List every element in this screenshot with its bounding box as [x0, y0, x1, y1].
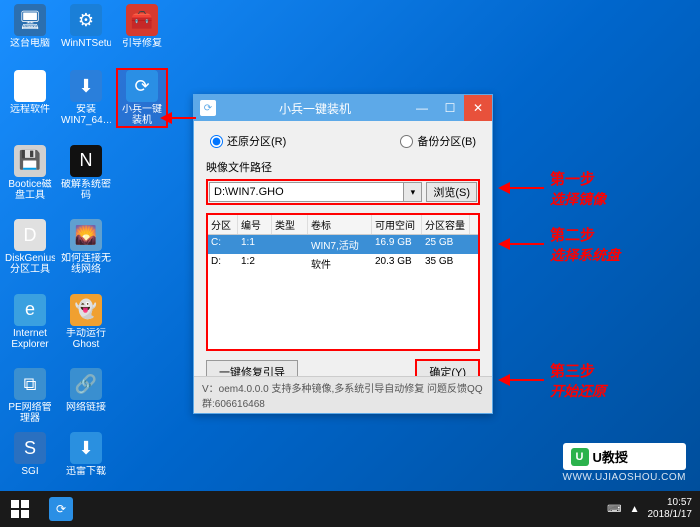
app-icon: N — [70, 145, 102, 177]
arrow-to-icon — [158, 108, 198, 128]
icon-label: WinNTSetup — [61, 38, 111, 49]
taskbar-item-installer[interactable]: ⟳ — [40, 491, 82, 527]
table-row[interactable]: D:1:2软件20.3 GB35 GB — [208, 254, 478, 273]
app-icon: S — [14, 432, 46, 464]
backup-radio[interactable]: 备份分区(B) — [400, 133, 476, 149]
app-icon: 🧰 — [126, 4, 158, 36]
icon-label: 这台电脑 — [10, 38, 50, 49]
icon-label: 远程软件 — [10, 104, 50, 115]
system-tray: ⌨ ▲ 10:57 2018/1/17 — [607, 497, 700, 521]
app-icon: ⟳ — [126, 70, 158, 102]
icon-label: PE网络管理器 — [5, 402, 55, 424]
app-icon: 🔗 — [70, 368, 102, 400]
desktop-icon[interactable]: ⚙ WinNTSetup — [60, 4, 112, 64]
taskbar: ⟳ ⌨ ▲ 10:57 2018/1/17 — [0, 491, 700, 527]
app-icon: 🖥 — [14, 4, 46, 36]
close-button[interactable]: ✕ — [464, 95, 492, 121]
app-icon: 💾 — [14, 145, 46, 177]
arrow-step1 — [496, 178, 546, 198]
step1-annotation: 第一步 选择镜像 — [550, 168, 606, 209]
arrow-step3 — [496, 370, 546, 390]
desktop-icon[interactable]: 🧰 引导修复 — [116, 4, 168, 64]
logo-icon: U — [571, 448, 589, 466]
app-icon: ☁ — [14, 70, 46, 102]
path-dropdown-icon[interactable]: ▾ — [404, 182, 422, 202]
desktop-icon[interactable]: 🖥 这台电脑 — [4, 4, 56, 64]
desktop-icon[interactable]: 🔗 网络链接 — [60, 368, 112, 428]
path-label: 映像文件路径 — [206, 159, 480, 175]
table-row[interactable]: C:1:1WIN7,活动16.9 GB25 GB — [208, 235, 478, 254]
table-header: 分区 编号 类型 卷标 可用空间 分区容量 — [208, 215, 478, 235]
desktop: 🖥这台电脑⚙WinNTSetup🧰引导修复☁远程软件⬇安装WIN7_64…⟳小兵… — [0, 0, 180, 492]
titlebar[interactable]: ⟳ 小兵一键装机 — ☐ ✕ — [194, 95, 492, 121]
icon-label: 迅雷下载 — [66, 466, 106, 477]
desktop-icon[interactable]: 👻手动运行Ghost — [60, 294, 112, 354]
start-button[interactable] — [0, 491, 40, 527]
partition-table: 分区 编号 类型 卷标 可用空间 分区容量 C:1:1WIN7,活动16.9 G… — [206, 213, 480, 351]
desktop-icon[interactable]: DDiskGenius分区工具 — [4, 219, 56, 279]
tray-flag-icon[interactable]: ▲ — [630, 504, 640, 515]
desktop-icon[interactable]: ⬇ 迅雷下载 — [60, 432, 112, 492]
desktop-icon[interactable]: eInternet Explorer — [4, 294, 56, 354]
installer-window: ⟳ 小兵一键装机 — ☐ ✕ 还原分区(R) 备份分区(B) 映像文件路径 ▾ … — [193, 94, 493, 414]
arrow-step2 — [496, 234, 546, 254]
desktop-icon[interactable]: ☁ 远程软件 — [4, 70, 56, 130]
minimize-button[interactable]: — — [408, 95, 436, 121]
icon-label: 如何连接无线网络 — [61, 253, 111, 275]
icon-label: 破解系统密码 — [61, 179, 111, 201]
app-icon: 👻 — [70, 294, 102, 326]
icon-label: 安装WIN7_64… — [61, 104, 111, 126]
tray-keyboard-icon[interactable]: ⌨ — [607, 504, 621, 515]
desktop-icon[interactable]: 🌄如何连接无线网络 — [60, 219, 112, 279]
app-icon: ⟳ — [200, 100, 216, 116]
app-icon: ⬇ — [70, 432, 102, 464]
desktop-icon[interactable]: S SGI — [4, 432, 56, 492]
watermark: U U教授 WWW.UJIAOSHOU.COM — [563, 443, 687, 483]
version-bar: V：oem4.0.0.0 支持多种镜像,多系统引导自动修复 问题反馈QQ群:60… — [194, 376, 492, 413]
desktop-icon[interactable]: ⧉PE网络管理器 — [4, 368, 56, 428]
windows-icon — [11, 500, 29, 518]
tray-clock[interactable]: 10:57 2018/1/17 — [648, 497, 693, 521]
path-row: ▾ 浏览(S) — [206, 179, 480, 205]
icon-label: Internet Explorer — [5, 328, 55, 350]
browse-button[interactable]: 浏览(S) — [426, 182, 477, 202]
desktop-icon[interactable]: 💾Bootice磁盘工具 — [4, 145, 56, 205]
app-icon: 🌄 — [70, 219, 102, 251]
step3-annotation: 第三步 开始还原 — [550, 360, 606, 401]
app-icon: ⚙ — [70, 4, 102, 36]
icon-label: SGI — [21, 466, 38, 477]
maximize-button[interactable]: ☐ — [436, 95, 464, 121]
app-icon: D — [14, 219, 46, 251]
icon-label: 网络链接 — [66, 402, 106, 413]
app-icon: ⧉ — [14, 368, 46, 400]
desktop-icon[interactable]: ⬇安装WIN7_64… — [60, 70, 112, 130]
restore-radio[interactable]: 还原分区(R) — [210, 133, 286, 149]
window-title: 小兵一键装机 — [222, 100, 408, 117]
app-icon: e — [14, 294, 46, 326]
icon-label: Bootice磁盘工具 — [5, 179, 55, 201]
image-path-input[interactable] — [209, 182, 404, 202]
app-icon: ⬇ — [70, 70, 102, 102]
step2-annotation: 第二步 选择系统盘 — [550, 224, 620, 265]
icon-label: DiskGenius分区工具 — [5, 253, 55, 275]
icon-label: 手动运行Ghost — [61, 328, 111, 350]
desktop-icon[interactable]: N破解系统密码 — [60, 145, 112, 205]
icon-label: 引导修复 — [122, 38, 162, 49]
